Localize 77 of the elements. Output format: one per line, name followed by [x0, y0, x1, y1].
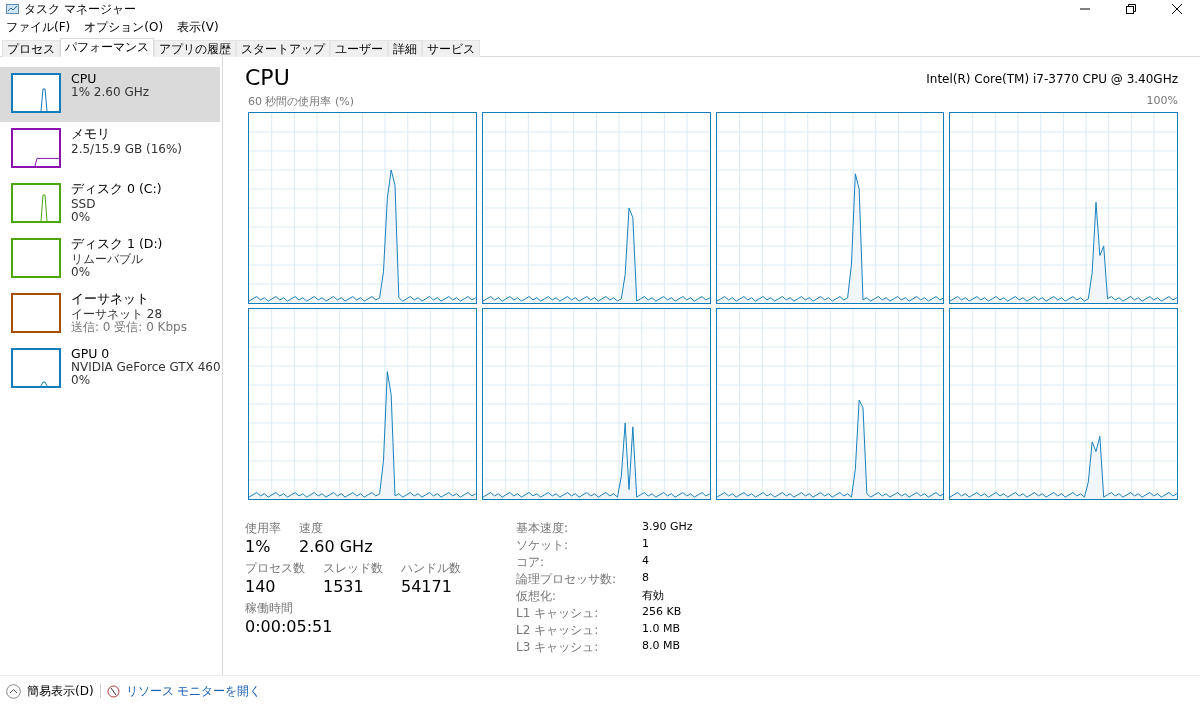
menu-item[interactable]: オプション(O)	[84, 19, 164, 36]
page-title: CPU	[245, 65, 290, 90]
sidebar-item[interactable]: CPU 1% 2.60 GHz	[0, 67, 220, 122]
tab[interactable]: スタートアップ	[236, 40, 330, 57]
detail-value: 8	[642, 571, 650, 586]
resource-name: イーサネット	[71, 291, 150, 308]
detail-value: 3.90 GHz	[642, 520, 693, 535]
usage-line	[34, 157, 60, 167]
window-title: タスク マネージャー	[24, 0, 137, 18]
usage-line	[40, 194, 48, 222]
detail-label: 論理プロセッサ数:	[516, 571, 618, 588]
sidebar-item[interactable]: GPU 0 NVIDIA GeForce GTX 460 0%	[0, 342, 220, 397]
tab[interactable]: パフォーマンス	[60, 38, 154, 57]
detail-value: 8.0 MB	[642, 639, 682, 654]
resource-detail: 2.5/15.9 GB (16%)	[71, 143, 183, 156]
tab[interactable]: サービス	[422, 40, 480, 57]
menu-item[interactable]: ファイル(F)	[6, 19, 71, 36]
close-icon	[1172, 4, 1182, 14]
collapse-button[interactable]: 簡易表示(D)	[6, 682, 94, 700]
processor-name: Intel(R) Core(TM) i7-3770 CPU @ 3.40GHz	[926, 72, 1178, 88]
detail-value: 256 KB	[642, 605, 683, 620]
stat-value: 54171	[401, 577, 453, 596]
resource-detail: イーサネット 28	[71, 308, 164, 321]
graph-caption: 60 秒間の使用率 (%)	[248, 94, 355, 109]
detail-value: 1	[642, 537, 650, 552]
resource-detail: リムーバブル	[71, 253, 144, 266]
stat-label: 使用率	[245, 520, 281, 537]
resource-name: メモリ	[71, 126, 111, 143]
resource-name: ディスク 1 (D:)	[71, 236, 163, 253]
stat-value: 2.60 GHz	[299, 537, 373, 556]
sidebar-item[interactable]: メモリ 2.5/15.9 GB (16%)	[0, 122, 220, 177]
resource-name: CPU	[71, 71, 98, 86]
resource-detail: 0%	[71, 211, 92, 224]
detail-label: L2 キャッシュ:	[516, 622, 600, 639]
menu-item[interactable]: 表示(V)	[177, 19, 219, 36]
detail-label: 仮想化:	[516, 588, 558, 605]
stat-label: プロセス数	[245, 560, 305, 577]
detail-value: 1.0 MB	[642, 622, 682, 637]
resource-detail: 1% 2.60 GHz	[71, 86, 149, 99]
resource-detail: SSD	[71, 198, 97, 211]
stat-value: 1531	[323, 577, 365, 596]
stat-label: 速度	[299, 520, 324, 537]
detail-label: 基本速度:	[516, 520, 570, 537]
detail-value: 4	[642, 554, 650, 569]
tab[interactable]: アプリの履歴	[154, 40, 236, 57]
chevron-up-icon	[6, 683, 21, 699]
resource-monitor-link[interactable]: リソース モニターを開く	[125, 682, 262, 700]
resource-detail: NVIDIA GeForce GTX 460	[71, 361, 221, 374]
resource-detail: 0%	[71, 374, 92, 387]
app-icon	[6, 3, 19, 15]
stat-label: 稼働時間	[245, 600, 294, 617]
sidebar-item[interactable]: ディスク 1 (D:) リムーバブル 0%	[0, 232, 220, 287]
usage-line	[40, 88, 48, 112]
detail-value: 有効	[642, 588, 665, 604]
tab[interactable]: プロセス	[2, 40, 60, 57]
minimize-icon	[1080, 8, 1090, 10]
detail-label: L3 キャッシュ:	[516, 639, 600, 656]
tab[interactable]: 詳細	[388, 40, 422, 57]
resource-name: GPU 0	[71, 346, 111, 361]
stat-label: スレッド数	[323, 560, 383, 577]
restore-icon	[1126, 4, 1136, 14]
resource-detail: 0%	[71, 266, 92, 279]
resource-monitor-icon	[106, 684, 120, 698]
resource-name: ディスク 0 (C:)	[71, 181, 162, 198]
sidebar-item[interactable]: ディスク 0 (C:) SSD 0%	[0, 177, 220, 232]
stat-label: ハンドル数	[401, 560, 461, 577]
stat-value: 140	[245, 577, 277, 596]
tab[interactable]: ユーザー	[330, 40, 388, 57]
detail-label: L1 キャッシュ:	[516, 605, 600, 622]
usage-line	[40, 381, 48, 387]
stat-value: 0:00:05:51	[245, 617, 333, 636]
stat-value: 1%	[245, 537, 272, 556]
detail-label: コア:	[516, 554, 546, 571]
graph-max-label: 100%	[1146, 94, 1178, 109]
resource-detail: 送信: 0 受信: 0 Kbps	[71, 321, 187, 334]
detail-label: ソケット:	[516, 537, 570, 554]
sidebar-item[interactable]: イーサネット イーサネット 28 送信: 0 受信: 0 Kbps	[0, 287, 220, 342]
